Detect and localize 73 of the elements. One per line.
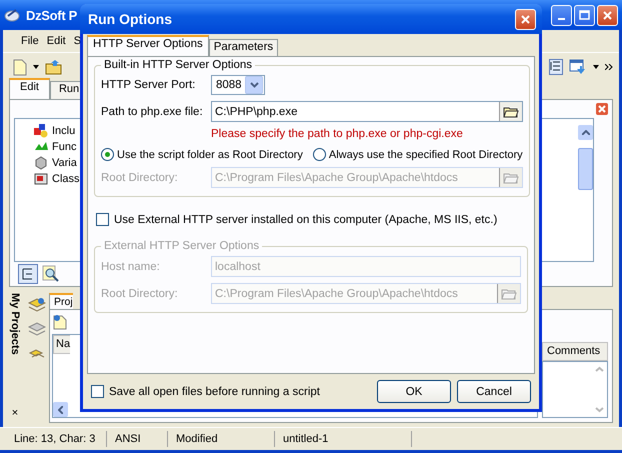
status-text: ANSI (107, 431, 168, 447)
panel-title: My Projects (9, 293, 21, 355)
stack-icon[interactable] (28, 321, 46, 337)
new-project-icon[interactable] (52, 314, 68, 330)
tab[interactable]: Proj (49, 293, 73, 309)
tree-view-icon[interactable] (18, 264, 38, 284)
close-icon (602, 10, 613, 20)
group-title: External HTTP Server Options (103, 240, 260, 252)
port-dropdown[interactable]: 8088 (211, 75, 265, 95)
checkbox-label[interactable]: Save all open files before running a script (109, 386, 320, 398)
tree-item[interactable]: Varia (52, 156, 77, 168)
tree-view-icon[interactable] (549, 59, 563, 75)
close-button[interactable] (515, 8, 536, 30)
stack-icon[interactable] (28, 297, 46, 313)
field-label: Host name: (101, 260, 161, 272)
maximize-icon (579, 10, 590, 20)
window-title: DzSoft P (26, 8, 78, 22)
chevron-down-icon (250, 82, 258, 88)
scroll-up-button[interactable] (578, 125, 593, 140)
caret-icon[interactable] (33, 65, 39, 69)
field-label: Root Directory: (101, 288, 179, 300)
group-title: Built-in HTTP Server Options (103, 59, 254, 71)
chevron-left-icon (58, 406, 63, 414)
hint-text: Please specify the path to php.exe or php-cgi.exe (210, 128, 464, 140)
status-text: Modified (168, 431, 275, 447)
minimize-icon (558, 18, 565, 20)
radio-button[interactable]: Always use the specified Root Directory (312, 148, 523, 161)
scroll-left-button[interactable] (53, 402, 68, 417)
checkbox[interactable] (91, 385, 104, 398)
caret-icon[interactable] (593, 65, 599, 69)
chevron-up-icon (582, 130, 590, 135)
tab[interactable]: Parameters (208, 39, 278, 56)
column-header[interactable]: Na (53, 335, 70, 354)
tree-item[interactable]: Class (52, 172, 80, 184)
tab[interactable]: Edit (9, 78, 50, 99)
field-label: Path to php.exe file: (101, 106, 204, 118)
folder-icon[interactable] (45, 59, 63, 75)
chevron-icon[interactable] (605, 64, 613, 70)
scrollbar-thumb[interactable] (578, 148, 593, 190)
column-header[interactable]: Comments (542, 342, 608, 361)
window-icon[interactable] (569, 59, 587, 75)
tree-item[interactable]: Func (52, 140, 76, 152)
app-icon (4, 8, 20, 22)
cube-icon (33, 156, 49, 170)
close-icon[interactable] (596, 103, 608, 115)
status-text: untitled-1 (275, 431, 412, 447)
checkbox-label[interactable]: Use External HTTP server installed on this computer (Apache, MS IIS, etc.) (114, 214, 498, 226)
folder-icon (502, 105, 519, 118)
tab[interactable]: HTTP Server Options (87, 35, 209, 56)
new-document-icon[interactable] (13, 58, 27, 76)
maximize-button[interactable] (574, 4, 595, 26)
status-text: Line: 13, Char: 3 (6, 431, 107, 447)
tab[interactable]: Run (50, 81, 82, 99)
minimize-button[interactable] (551, 4, 572, 26)
close-button[interactable]: × (12, 407, 18, 419)
menu-item[interactable]: Edit (46, 35, 66, 47)
path-field[interactable]: C:\PHP\php.exe (211, 101, 523, 122)
shapes-icon (33, 124, 49, 138)
folder-icon (501, 287, 517, 300)
checkbox[interactable] (96, 213, 109, 226)
menu-item[interactable]: File (21, 35, 39, 47)
folder-icon (502, 171, 519, 184)
dialog-button[interactable]: Cancel (457, 380, 531, 403)
radio-button[interactable]: Use the script folder as Root Directory (101, 148, 303, 161)
dialog-button[interactable]: OK (377, 380, 451, 403)
close-button[interactable] (597, 4, 618, 26)
close-icon (520, 14, 531, 24)
search-icon[interactable] (42, 265, 60, 283)
field-label: HTTP Server Port: (101, 79, 196, 91)
dialog-title: Run Options (88, 11, 172, 27)
class-icon (33, 172, 49, 186)
tree-item[interactable]: Inclu (52, 124, 76, 136)
field-label: Root Directory: (101, 172, 179, 184)
